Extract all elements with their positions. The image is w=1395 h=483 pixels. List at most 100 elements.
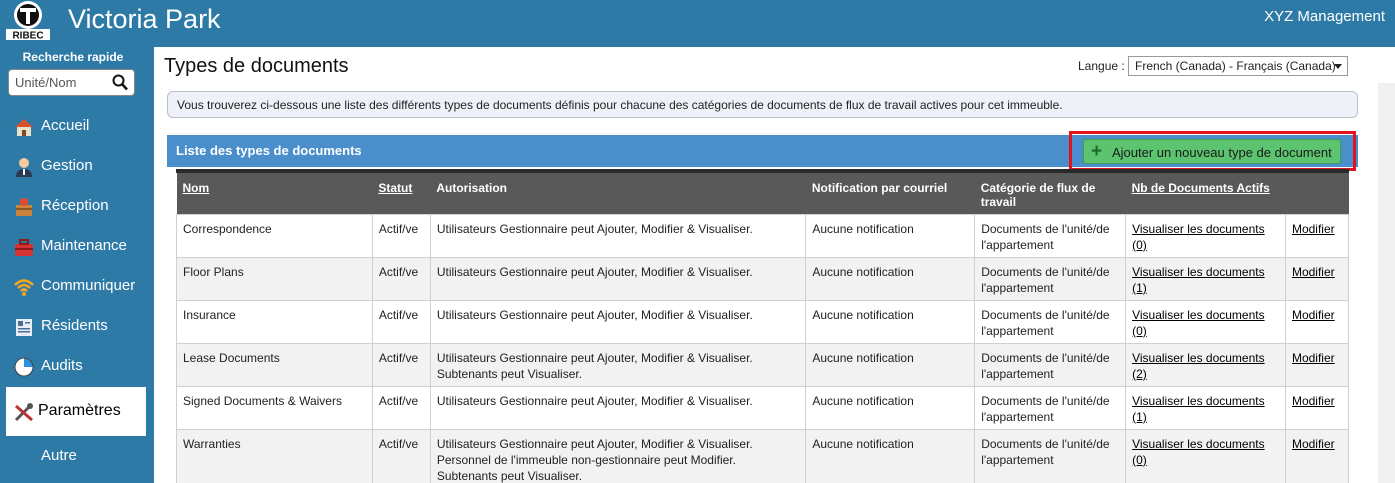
cell-nom: Insurance [176,299,373,344]
view-documents-link[interactable]: Visualiser les documents (0) [1132,222,1265,252]
sidebar-item-label: Audits [41,357,83,374]
company-name[interactable]: XYZ Management [1264,8,1385,25]
column-header-statut[interactable]: Statut [372,173,431,214]
chevron-down-icon [1334,64,1342,69]
cell-nb-docs: Visualiser les documents (1) [1125,385,1286,430]
authorization-line: Utilisateurs Gestionnaire peut Ajouter, … [436,264,753,279]
top-bar: RIBEC Victoria Park XYZ Management [0,0,1395,46]
main-content: Types de documents Langue : French (Cana… [154,47,1395,483]
table-row: Correspondence Actif/ve Utilisateurs Gesti… [176,213,1350,258]
cell-statut: Actif/ve [371,342,431,387]
cell-autorisation: Utilisateurs Gestionnaire peut Ajouter, … [429,256,807,301]
toolbox-icon [15,239,33,256]
authorization-line: Utilisateurs Gestionnaire peut Ajouter, … [436,221,753,236]
authorization-line: Utilisateurs Gestionnaire peut Ajouter, … [436,436,753,451]
cell-categorie: Documents de l'unité/de l'appartement [974,256,1127,301]
view-documents-link[interactable]: Visualiser les documents (0) [1132,437,1265,467]
quick-search-label: Recherche rapide [22,50,124,64]
modify-link[interactable]: Modifier [1292,437,1335,451]
cell-categorie: Documents de l'unité/de l'appartement [974,342,1127,387]
info-message: Vous trouverez ci-dessous une liste des … [167,91,1358,118]
sidebar-item-maintenance[interactable]: Maintenance [0,226,146,266]
scrollbar[interactable] [1378,83,1395,483]
modify-link[interactable]: Modifier [1292,265,1335,279]
cell-autorisation: Utilisateurs Gestionnaire peut Ajouter, … [429,299,807,344]
sidebar-item-communiquer[interactable]: Communiquer [0,266,146,306]
sidebar-item-label: Réception [41,197,109,214]
cell-notification: Aucune notification [805,213,976,258]
view-documents-link[interactable]: Visualiser les documents (0) [1132,308,1265,338]
column-header-modifier [1285,173,1349,214]
list-title: Liste des types de documents [176,143,362,158]
authorization-line: Personnel de l'immeuble non-gestionnaire… [436,452,736,467]
view-documents-link[interactable]: Visualiser les documents (2) [1132,351,1265,381]
column-header-notification: Notification par courriel [805,173,975,214]
language-select[interactable]: French (Canada) - Français (Canada) [1128,56,1348,76]
logo-text: RIBEC [12,31,43,41]
cell-autorisation: Utilisateurs Gestionnaire peut Ajouter, … [429,385,807,430]
authorization-line: Utilisateurs Gestionnaire peut Ajouter, … [436,307,753,322]
modify-link[interactable]: Modifier [1292,351,1335,365]
sidebar-item-accueil[interactable]: Accueil [0,106,146,146]
cell-nb-docs: Visualiser les documents (0) [1125,299,1286,344]
column-header-nom[interactable]: Nom [176,173,373,214]
sidebar-item-label: Communiquer [41,277,136,294]
cell-nom: Warranties [176,428,373,483]
sidebar: Recherche rapide Accueil Gestion Récepti… [0,46,146,483]
language-label: Langue : [1078,59,1125,73]
authorization-line: Utilisateurs Gestionnaire peut Ajouter, … [436,393,753,408]
search-icon[interactable] [112,74,128,91]
sidebar-item-gestion[interactable]: Gestion [0,146,146,186]
view-documents-link[interactable]: Visualiser les documents (1) [1132,265,1265,295]
ribec-logo[interactable]: RIBEC [6,0,60,40]
column-header-autorisation: Autorisation [430,173,806,214]
quick-search-box[interactable] [8,69,135,96]
table-body: Correspondence Actif/ve Utilisateurs Gesti… [176,213,1350,483]
sidebar-item-autre[interactable]: Autre [0,436,146,476]
cell-autorisation: Utilisateurs Gestionnaire peut Ajouter, … [429,428,807,483]
modify-link[interactable]: Modifier [1292,308,1335,322]
cell-statut: Actif/ve [371,428,431,483]
cell-nom: Signed Documents & Waivers [176,385,373,430]
table-row: Warranties Actif/ve Utilisateurs Gestionna… [176,428,1350,483]
tools-icon [14,403,33,422]
authorization-line: Utilisateurs Gestionnaire peut Ajouter, … [436,350,753,365]
sidebar-item-label: Accueil [41,117,90,134]
cell-autorisation: Utilisateurs Gestionnaire peut Ajouter, … [429,213,807,258]
modify-link[interactable]: Modifier [1292,394,1335,408]
home-icon [15,119,33,136]
sidebar-item-label: Maintenance [41,237,127,254]
add-document-type-button[interactable]: + Ajouter un nouveau type de document [1083,139,1341,164]
cell-notification: Aucune notification [805,428,976,483]
plus-icon: + [1091,141,1103,162]
sidebar-item-residents[interactable]: Résidents [0,306,146,346]
sidebar-item-audits[interactable]: Audits [0,346,146,386]
cell-notification: Aucune notification [805,299,976,344]
cell-notification: Aucune notification [805,256,976,301]
sidebar-item-parametres[interactable]: Paramètres [6,387,146,436]
page-title: Types de documents [164,55,349,77]
cell-modifier: Modifier [1284,256,1350,301]
sidebar-item-label: Gestion [41,157,93,174]
view-documents-link[interactable]: Visualiser les documents (1) [1132,394,1265,424]
sidebar-item-label: Autre [41,447,77,464]
quick-search-input[interactable] [15,73,110,92]
modify-link[interactable]: Modifier [1292,222,1335,236]
table-row: Insurance Actif/ve Utilisateurs Gestionnai… [176,299,1350,344]
table-header-row: Nom Statut Autorisation Notification par… [176,173,1349,214]
residents-icon [16,319,32,336]
add-button-label: Ajouter un nouveau type de document [1112,145,1332,160]
cell-modifier: Modifier [1284,428,1350,483]
cell-statut: Actif/ve [371,385,431,430]
column-header-categorie: Catégorie de flux de travail [974,173,1126,214]
cell-notification: Aucune notification [805,342,976,387]
app-title: Victoria Park [68,4,221,34]
add-button-highlight: + Ajouter un nouveau type de document [1069,131,1356,171]
sidebar-item-label: Paramètres [38,402,121,419]
cell-nom: Floor Plans [176,256,373,301]
cell-nb-docs: Visualiser les documents (0) [1125,428,1286,483]
cell-categorie: Documents de l'unité/de l'appartement [974,385,1127,430]
sidebar-item-reception[interactable]: Réception [0,186,146,226]
cell-statut: Actif/ve [371,299,431,344]
column-header-nb-docs[interactable]: Nb de Documents Actifs [1125,173,1286,214]
